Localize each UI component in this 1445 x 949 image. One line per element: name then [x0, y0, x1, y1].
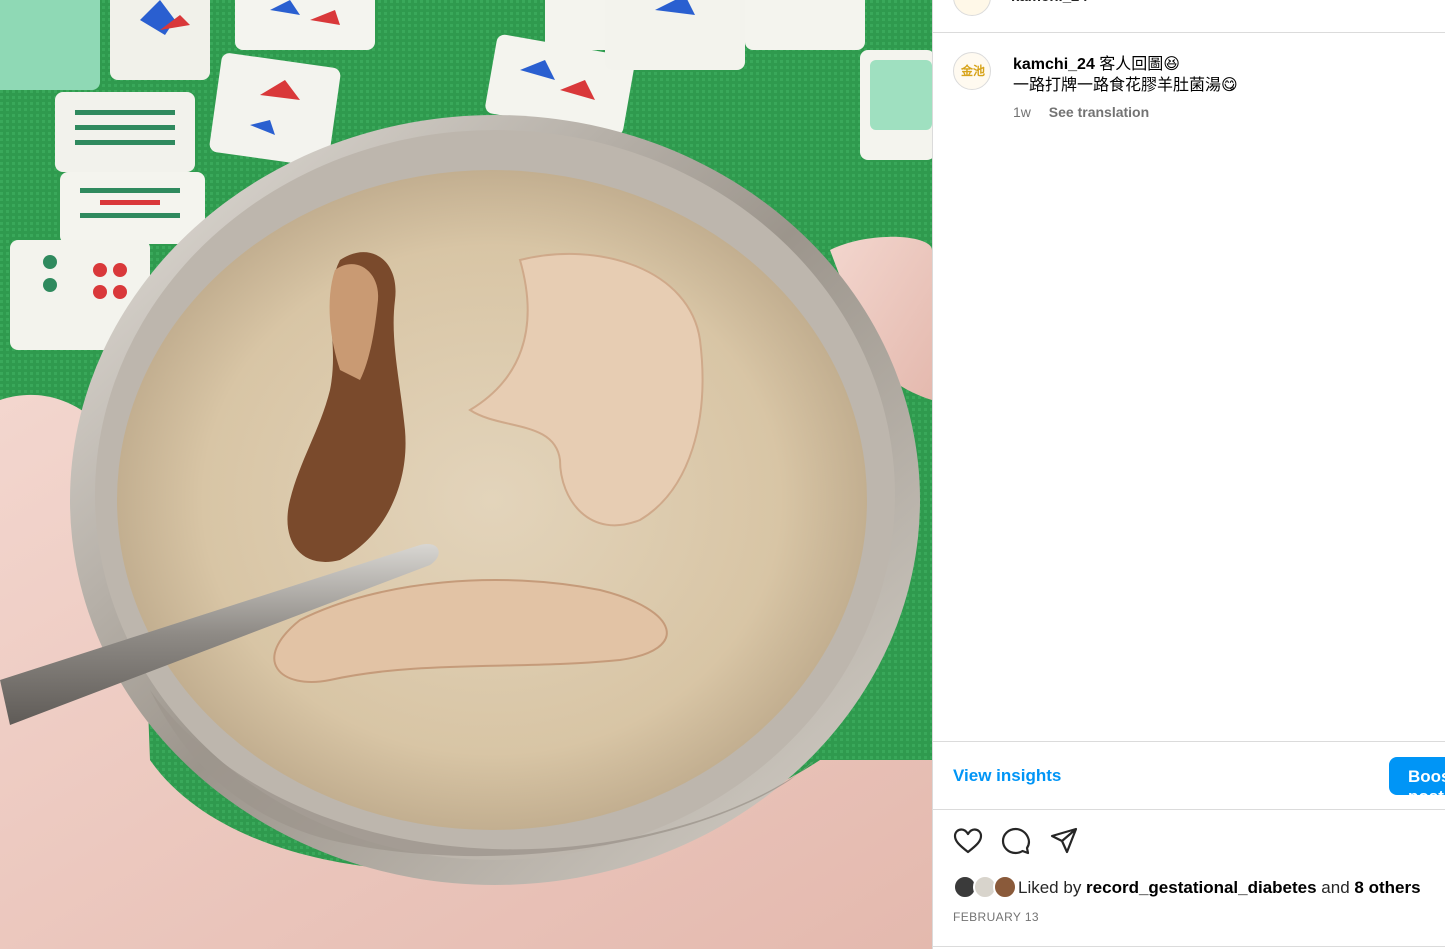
boost-post-button[interactable]: Boost post: [1389, 757, 1445, 806]
post-header: kamchi_24: [933, 0, 1445, 33]
heart-icon[interactable]: [953, 826, 983, 856]
likes-others-link[interactable]: 8 others: [1354, 878, 1420, 897]
divider: [933, 946, 1445, 947]
see-translation-button[interactable]: See translation: [1049, 104, 1149, 120]
header-avatar[interactable]: [953, 0, 991, 16]
header-username[interactable]: kamchi_24: [1011, 0, 1088, 5]
liker-username[interactable]: record_gestational_diabetes: [1086, 878, 1317, 897]
post-side-panel: kamchi_24 金池 kamchi_24 客人回圖😆 一路打牌一路食花膠羊肚…: [932, 0, 1445, 949]
caption-meta: 1w See translation: [1013, 104, 1149, 120]
likes-middle: and: [1316, 878, 1355, 897]
post-time[interactable]: 1w: [1013, 104, 1031, 120]
insights-bar: View insights Boost post: [933, 741, 1445, 810]
post-photo[interactable]: [0, 0, 932, 949]
liker-avatar: [993, 875, 1017, 899]
avatar[interactable]: 金池: [953, 52, 991, 90]
comment-icon[interactable]: [1001, 826, 1031, 856]
view-insights-link[interactable]: View insights: [953, 766, 1061, 786]
caption-line1: 客人回圖😆: [1099, 56, 1180, 73]
likes-row: Liked by record_gestational_diabetes and…: [953, 875, 1443, 899]
soup-bowl-photo: [0, 0, 932, 949]
avatar-logo-text: 金池: [960, 64, 985, 78]
liker-avatars[interactable]: [953, 875, 1017, 899]
caption-line2: 一路打牌一路食花膠羊肚菌湯😋: [1013, 77, 1238, 94]
share-icon[interactable]: [1049, 826, 1079, 856]
post-actions: [953, 826, 1153, 856]
caption: kamchi_24 客人回圖😆 一路打牌一路食花膠羊肚菌湯😋: [1013, 54, 1433, 96]
post-date[interactable]: FEBRUARY 13: [953, 910, 1039, 924]
likes-prefix: Liked by: [1018, 878, 1087, 897]
likes-text: Liked by record_gestational_diabetes and…: [1018, 878, 1421, 898]
caption-username[interactable]: kamchi_24: [1013, 56, 1095, 73]
